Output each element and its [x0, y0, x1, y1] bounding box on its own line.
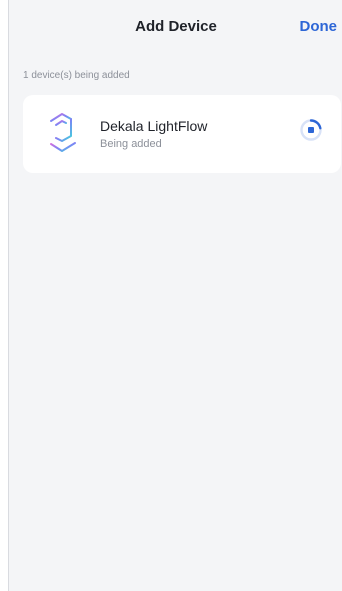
- done-button[interactable]: Done: [300, 18, 338, 35]
- devices-being-added-label: 1 device(s) being added: [23, 70, 130, 81]
- header-bar: Add Device Done: [9, 0, 342, 56]
- device-name: Dekala LightFlow: [100, 118, 208, 134]
- lightflow-logo-icon: [50, 113, 76, 152]
- device-card[interactable]: Dekala LightFlow Being added: [23, 95, 341, 173]
- add-device-screen: Add Device Done 1 device(s) being added: [8, 0, 342, 591]
- page-title: Add Device: [135, 18, 217, 35]
- device-status: Being added: [100, 138, 162, 150]
- loading-spinner-icon: [300, 119, 322, 141]
